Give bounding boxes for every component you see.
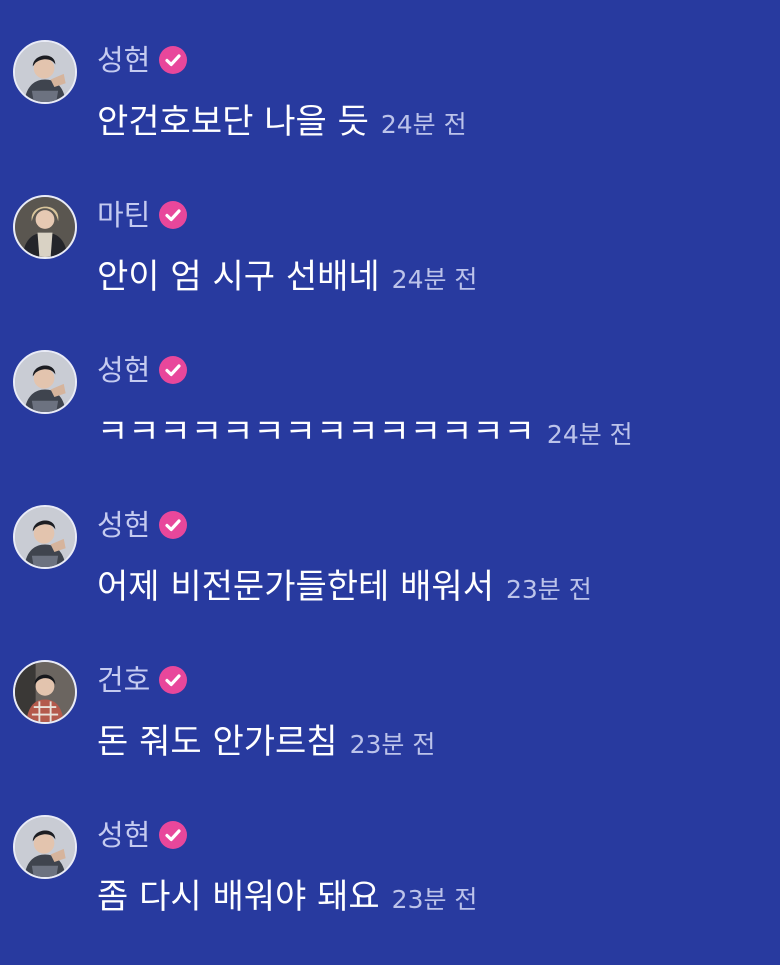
message-time: 23분 전	[391, 885, 478, 914]
message-text: 좀 다시 배워야 돼요	[97, 877, 380, 917]
message-time: 24분 전	[546, 420, 633, 449]
message-row: 좀 다시 배워야 돼요 23분 전	[97, 873, 477, 921]
message-row: 어제 비전문가들한테 배워서 23분 전	[97, 563, 592, 611]
chat-message: 마틴 안이 엄 시구 선배네 24분 전	[0, 195, 780, 315]
message-time: 24분 전	[380, 110, 467, 139]
avatar[interactable]	[13, 350, 77, 414]
message-row: 안건호보단 나을 듯 24분 전	[97, 98, 467, 146]
sender-name[interactable]: 건호	[97, 662, 150, 698]
avatar[interactable]	[13, 195, 77, 259]
sender-name[interactable]: 성현	[97, 352, 150, 388]
sender-row: 성현	[97, 42, 188, 78]
chat-message: 성현 안건호보단 나을 듯 24분 전	[0, 40, 780, 160]
sender-row: 건호	[97, 662, 188, 698]
message-text: 어제 비전문가들한테 배워서	[97, 567, 494, 607]
verified-badge-icon	[158, 665, 188, 695]
sender-row: 마틴	[97, 197, 188, 233]
verified-badge-icon	[158, 820, 188, 850]
sender-name[interactable]: 성현	[97, 42, 150, 78]
message-row: 안이 엄 시구 선배네 24분 전	[97, 253, 477, 301]
avatar[interactable]	[13, 815, 77, 879]
avatar[interactable]	[13, 660, 77, 724]
message-time: 23분 전	[505, 575, 592, 604]
chat-message: 건호 돈 줘도 안가르침 23분 전	[0, 660, 780, 780]
avatar[interactable]	[13, 505, 77, 569]
message-time: 24분 전	[391, 265, 478, 294]
message-row: 돈 줘도 안가르침 23분 전	[97, 718, 435, 766]
verified-badge-icon	[158, 355, 188, 385]
avatar[interactable]	[13, 40, 77, 104]
verified-badge-icon	[158, 45, 188, 75]
chat-message: 성현 어제 비전문가들한테 배워서 23분 전	[0, 505, 780, 625]
message-time: 23분 전	[349, 730, 436, 759]
chat-list: 성현 안건호보단 나을 듯 24분 전 마틴 안이 엄 시구 선배네 24분 전…	[0, 0, 780, 965]
message-text: 돈 줘도 안가르침	[97, 722, 338, 762]
sender-row: 성현	[97, 352, 188, 388]
message-text: 안건호보단 나을 듯	[97, 102, 369, 142]
sender-row: 성현	[97, 507, 188, 543]
chat-message: 성현 ㅋㅋㅋㅋㅋㅋㅋㅋㅋㅋㅋㅋㅋㅋ 24분 전	[0, 350, 780, 470]
verified-badge-icon	[158, 510, 188, 540]
sender-name[interactable]: 성현	[97, 507, 150, 543]
verified-badge-icon	[158, 200, 188, 230]
sender-row: 성현	[97, 817, 188, 853]
message-text: ㅋㅋㅋㅋㅋㅋㅋㅋㅋㅋㅋㅋㅋㅋ	[97, 412, 535, 452]
sender-name[interactable]: 마틴	[97, 197, 150, 233]
message-row: ㅋㅋㅋㅋㅋㅋㅋㅋㅋㅋㅋㅋㅋㅋ 24분 전	[97, 408, 633, 456]
sender-name[interactable]: 성현	[97, 817, 150, 853]
chat-message: 성현 좀 다시 배워야 돼요 23분 전	[0, 815, 780, 935]
message-text: 안이 엄 시구 선배네	[97, 257, 380, 297]
